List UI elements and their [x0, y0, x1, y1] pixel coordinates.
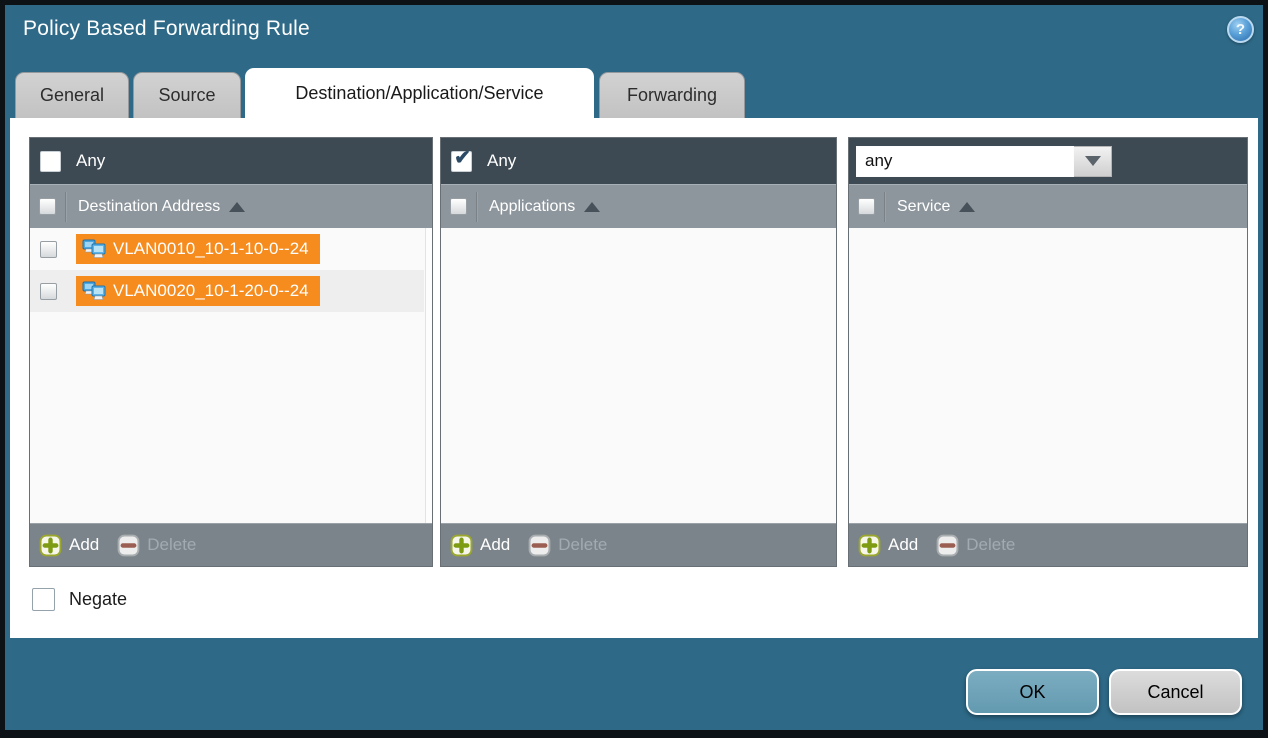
delete-label: Delete	[147, 535, 196, 555]
delete-button[interactable]: Delete	[117, 534, 196, 557]
service-type-row	[849, 138, 1247, 184]
tab-content: Any Destination Address	[10, 118, 1258, 638]
minus-icon	[528, 534, 551, 557]
applications-footer: Add Delete	[441, 523, 836, 566]
destination-column-label: Destination Address	[78, 198, 220, 216]
address-object-chip[interactable]: VLAN0010_10-1-10-0--24	[76, 234, 320, 264]
destination-address-panel: Any Destination Address	[29, 137, 433, 567]
destination-any-label: Any	[76, 151, 105, 171]
pbf-rule-dialog: Policy Based Forwarding Rule ? General S…	[0, 0, 1268, 738]
negate-row: Negate	[32, 588, 127, 611]
sort-ascending-icon	[584, 202, 600, 212]
add-label: Add	[480, 535, 510, 555]
delete-button[interactable]: Delete	[528, 534, 607, 557]
add-label: Add	[69, 535, 99, 555]
applications-any-label: Any	[487, 151, 516, 171]
applications-any-row: ✔ Any	[441, 138, 836, 184]
row-checkbox[interactable]	[40, 283, 57, 300]
row-checkbox[interactable]	[40, 241, 57, 258]
address-object-label: VLAN0020_10-1-20-0--24	[113, 281, 309, 301]
table-row: VLAN0020_10-1-20-0--24	[30, 270, 424, 312]
column-separator	[476, 192, 477, 222]
tab-destination-application-service[interactable]: Destination/Application/Service	[245, 68, 594, 118]
minus-icon	[117, 534, 140, 557]
destination-any-checkbox[interactable]	[40, 151, 61, 172]
negate-label: Negate	[69, 589, 127, 610]
network-computers-icon	[82, 281, 106, 301]
service-selectall-checkbox[interactable]	[858, 198, 875, 215]
tab-forwarding-label: Forwarding	[627, 85, 717, 106]
applications-panel: ✔ Any Applications Add	[440, 137, 837, 567]
scrollbar-track[interactable]	[425, 228, 432, 523]
applications-column-label: Applications	[489, 198, 575, 216]
service-footer: Add Delete	[849, 523, 1247, 566]
column-separator	[65, 192, 66, 222]
delete-button[interactable]: Delete	[936, 534, 1015, 557]
tab-forwarding[interactable]: Forwarding	[599, 72, 745, 118]
tab-destination-label: Destination/Application/Service	[295, 83, 543, 104]
help-icon[interactable]: ?	[1227, 16, 1254, 43]
plus-icon	[450, 534, 473, 557]
service-dropdown-button[interactable]	[1074, 146, 1112, 177]
tab-general[interactable]: General	[15, 72, 129, 118]
chevron-down-icon	[1085, 156, 1101, 166]
address-object-chip[interactable]: VLAN0020_10-1-20-0--24	[76, 276, 320, 306]
sort-ascending-icon	[959, 202, 975, 212]
destination-any-row: Any	[30, 138, 432, 184]
service-list	[849, 228, 1247, 523]
column-separator	[884, 192, 885, 222]
checkmark-icon: ✔	[454, 148, 471, 168]
minus-icon	[936, 534, 959, 557]
destination-selectall-checkbox[interactable]	[39, 198, 56, 215]
plus-icon	[858, 534, 881, 557]
cancel-button[interactable]: Cancel	[1109, 669, 1242, 715]
negate-checkbox[interactable]	[32, 588, 55, 611]
sort-ascending-icon	[229, 202, 245, 212]
add-button[interactable]: Add	[39, 534, 99, 557]
applications-column-header[interactable]: Applications	[441, 184, 836, 228]
tab-source-label: Source	[158, 85, 215, 106]
network-computers-icon	[82, 239, 106, 259]
add-label: Add	[888, 535, 918, 555]
delete-label: Delete	[558, 535, 607, 555]
service-panel: Service Add Delete	[848, 137, 1248, 567]
cancel-button-label: Cancel	[1147, 682, 1203, 703]
tab-source[interactable]: Source	[133, 72, 241, 118]
tab-general-label: General	[40, 85, 104, 106]
delete-label: Delete	[966, 535, 1015, 555]
add-button[interactable]: Add	[858, 534, 918, 557]
ok-button-label: OK	[1019, 682, 1045, 703]
address-object-label: VLAN0010_10-1-10-0--24	[113, 239, 309, 259]
destination-list: VLAN0010_10-1-10-0--24	[30, 228, 432, 523]
service-column-label: Service	[897, 198, 950, 216]
applications-selectall-checkbox[interactable]	[450, 198, 467, 215]
service-type-input[interactable]	[856, 146, 1074, 177]
table-row: VLAN0010_10-1-10-0--24	[30, 228, 424, 270]
destination-column-header[interactable]: Destination Address	[30, 184, 432, 228]
destination-footer: Add Delete	[30, 523, 432, 566]
dialog-title: Policy Based Forwarding Rule	[23, 17, 310, 41]
applications-any-checkbox[interactable]: ✔	[451, 151, 472, 172]
ok-button[interactable]: OK	[966, 669, 1099, 715]
applications-list	[441, 228, 836, 523]
help-glyph: ?	[1236, 21, 1245, 38]
service-column-header[interactable]: Service	[849, 184, 1247, 228]
plus-icon	[39, 534, 62, 557]
add-button[interactable]: Add	[450, 534, 510, 557]
